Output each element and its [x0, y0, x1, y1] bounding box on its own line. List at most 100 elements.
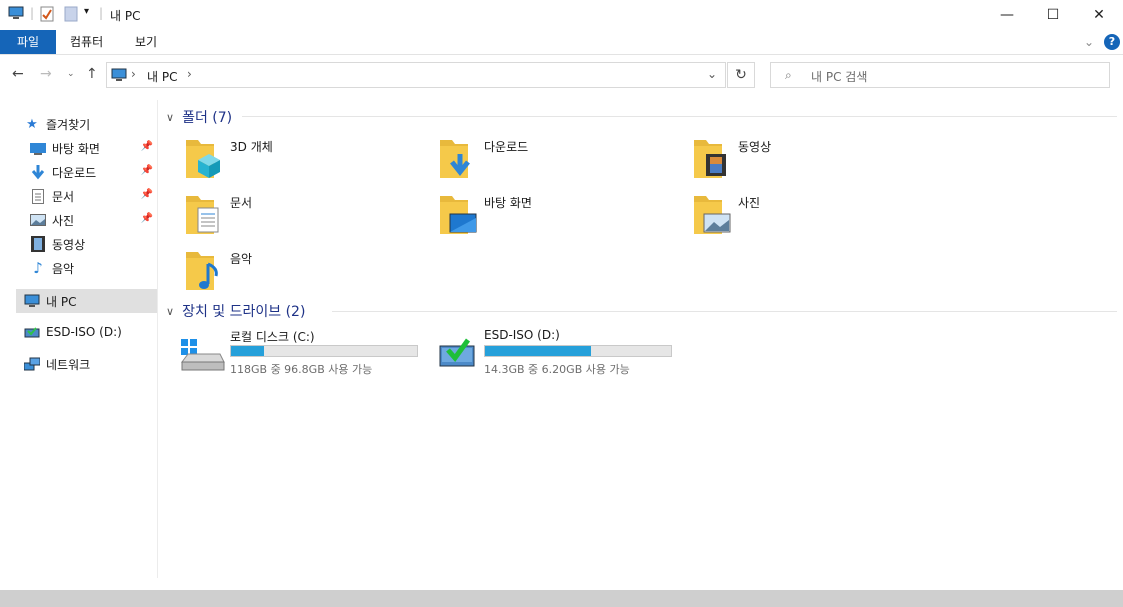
drives-group-header[interactable]: ∨ 장치 및 드라이브 (2) — [166, 301, 305, 321]
sidebar-item-desktop[interactable]: 바탕 화면 📌 — [30, 136, 157, 160]
document-icon — [186, 196, 219, 234]
desktop-icon — [30, 140, 46, 156]
pin-icon[interactable]: 📌 — [141, 141, 153, 152]
navigation-pane: ★ 즐겨찾기 바탕 화면 📌 다운로드 📌 문서 📌 사진 📌 동영상 ♪ 음악… — [16, 100, 158, 590]
maximize-button[interactable]: ☐ — [1030, 0, 1076, 30]
expand-ribbon-icon[interactable]: ⌄ — [1084, 30, 1094, 54]
sidebar-item-label: 다운로드 — [52, 165, 97, 180]
drive-usage-bar — [484, 345, 672, 357]
desktop-icon — [440, 196, 477, 234]
new-folder-icon[interactable] — [64, 6, 78, 22]
download-icon — [30, 164, 46, 180]
sidebar-item-quick-access[interactable]: ★ 즐겨찾기 — [24, 112, 165, 136]
customize-toolbar-icon[interactable]: ▾ — [84, 6, 89, 17]
folder-music[interactable]: 음악 — [184, 248, 434, 298]
address-dropdown-icon[interactable]: ⌄ — [707, 67, 717, 81]
sidebar-item-label: 즐겨찾기 — [46, 117, 91, 132]
music-icon: ♪ — [33, 259, 43, 277]
sidebar-item-documents[interactable]: 문서 📌 — [30, 184, 157, 208]
breadcrumb-chevron-icon[interactable]: › — [187, 67, 192, 81]
drive-label: ESD-ISO (D:) — [484, 328, 560, 342]
folder-label: 사진 — [738, 196, 761, 210]
document-icon — [30, 188, 46, 204]
back-arrow-icon[interactable]: ← — [12, 66, 24, 82]
folder-pictures[interactable]: 사진 — [692, 192, 942, 242]
title-bar: | ▾ | 내 PC — ☐ ✕ — [0, 0, 1123, 30]
group-divider — [332, 311, 1117, 312]
computer-icon — [111, 68, 127, 85]
drive-usage-fill — [231, 346, 265, 356]
tab-computer[interactable]: 컴퓨터 — [70, 30, 103, 54]
sidebar-item-network[interactable]: 네트워크 — [24, 352, 165, 376]
window-bottom-edge — [16, 578, 1108, 590]
tab-file[interactable]: 파일 — [0, 30, 56, 54]
separator: | — [30, 6, 35, 20]
separator: | — [99, 6, 104, 20]
picture-icon — [694, 196, 731, 234]
sidebar-item-label: 동영상 — [52, 237, 86, 252]
explorer-window: | ▾ | 내 PC — ☐ ✕ 파일 컴퓨터 보기 ⌄ ? ← → ⌄ ↑ ›… — [0, 0, 1123, 607]
drive-label: 로컬 디스크 (C:) — [230, 330, 315, 344]
close-button[interactable]: ✕ — [1076, 0, 1122, 30]
pin-icon[interactable]: 📌 — [141, 165, 153, 176]
tab-view[interactable]: 보기 — [135, 30, 157, 54]
search-input[interactable]: ⌕ 내 PC 검색 — [770, 62, 1110, 88]
video-icon — [694, 140, 726, 178]
folder-videos[interactable]: 동영상 — [692, 136, 942, 186]
collapse-chevron-icon[interactable]: ∨ — [166, 111, 174, 124]
collapse-chevron-icon[interactable]: ∨ — [166, 305, 174, 318]
sidebar-item-label: 사진 — [52, 213, 75, 228]
help-icon[interactable]: ? — [1104, 34, 1120, 50]
sidebar-item-downloads[interactable]: 다운로드 📌 — [30, 160, 157, 184]
music-icon — [186, 252, 218, 290]
search-icon: ⌕ — [785, 68, 792, 82]
sidebar-item-esd-iso[interactable]: ESD-ISO (D:) — [24, 320, 165, 344]
search-placeholder: 내 PC 검색 — [811, 70, 868, 84]
folder-3d-objects[interactable]: 3D 개체 — [184, 136, 434, 186]
sidebar-item-music[interactable]: ♪ 음악 — [30, 256, 157, 280]
sidebar-item-videos[interactable]: 동영상 — [30, 232, 157, 256]
refresh-button[interactable]: ↻ — [727, 62, 755, 88]
forward-arrow-icon[interactable]: → — [40, 66, 52, 82]
drive-free-space: 14.3GB 중 6.20GB 사용 가능 — [484, 363, 630, 376]
computer-icon — [8, 6, 24, 20]
recent-locations-icon[interactable]: ⌄ — [67, 69, 75, 79]
3d-objects-icon — [186, 140, 220, 178]
download-icon — [440, 140, 470, 178]
folder-downloads[interactable]: 다운로드 — [438, 136, 688, 186]
pin-icon[interactable]: 📌 — [141, 213, 153, 224]
pin-icon[interactable]: 📌 — [141, 189, 153, 200]
breadcrumb-chevron-icon[interactable]: › — [131, 67, 136, 81]
desktop-background — [0, 590, 1123, 607]
drive-c[interactable]: 로컬 디스크 (C:) 118GB 중 96.8GB 사용 가능 — [180, 328, 430, 380]
sidebar-item-label: 내 PC — [46, 294, 77, 309]
drive-free-space: 118GB 중 96.8GB 사용 가능 — [230, 363, 373, 376]
folder-label: 바탕 화면 — [484, 196, 532, 210]
folder-label: 다운로드 — [484, 140, 529, 154]
sidebar-item-label: 문서 — [52, 189, 75, 204]
drive-usage-bar — [230, 345, 418, 357]
usb-drive-icon — [439, 338, 475, 367]
content-pane: ∨ 폴더 (7) 3D 개체 다운로드 동영상 문서 바탕 화면 사진 음악 ∨… — [160, 100, 1117, 590]
window-title: 내 PC — [110, 9, 141, 23]
sidebar-item-label: 음악 — [52, 261, 75, 276]
minimize-button[interactable]: — — [984, 0, 1030, 30]
folder-label: 문서 — [230, 196, 253, 210]
address-bar[interactable]: › 내 PC › ⌄ — [106, 62, 726, 88]
navigation-bar: ← → ⌄ ↑ › 내 PC › ⌄ ↻ ⌕ 내 PC 검색 — [0, 56, 1123, 94]
breadcrumb-this-pc[interactable]: 내 PC — [147, 68, 177, 85]
folder-documents[interactable]: 문서 — [184, 192, 434, 242]
folder-label: 동영상 — [738, 140, 772, 154]
folders-group-header[interactable]: ∨ 폴더 (7) — [166, 107, 232, 127]
properties-icon[interactable] — [40, 6, 54, 22]
video-icon — [30, 236, 46, 252]
sidebar-item-pictures[interactable]: 사진 📌 — [30, 208, 157, 232]
network-icon — [24, 356, 40, 372]
drive-d[interactable]: ESD-ISO (D:) 14.3GB 중 6.20GB 사용 가능 — [434, 328, 684, 380]
group-divider — [242, 116, 1117, 117]
up-arrow-icon[interactable]: ↑ — [86, 66, 98, 82]
ribbon: 파일 컴퓨터 보기 ⌄ ? — [0, 30, 1123, 55]
sidebar-item-this-pc[interactable]: 내 PC — [16, 289, 157, 313]
folder-desktop[interactable]: 바탕 화면 — [438, 192, 688, 242]
star-icon: ★ — [26, 116, 38, 132]
